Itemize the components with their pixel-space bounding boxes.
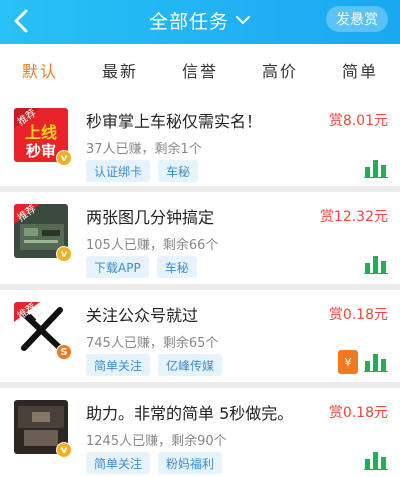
task-reward: 赏8.01元 [328,113,388,129]
task-tag: 简单关注 [86,452,151,474]
task-tag: 粉妈福利 [158,452,223,474]
verified-badge: v [56,246,72,262]
task-tag: 简单关注 [86,354,151,376]
bar-chart-icon[interactable] [364,254,388,274]
task-tag: 亿峰传媒 [158,354,223,376]
task-tag: 下载APP [86,256,149,278]
back-button[interactable] [8,6,36,36]
task-title: 关注公众号就过 [86,306,199,325]
tab-reputation[interactable]: 信誉 [160,44,240,96]
task-reward: 赏0.18元 [328,307,388,323]
task-tag: 认证绑卡 [86,160,151,182]
thumb-text-bottom: 秒审 [26,142,56,160]
shop-badge: S [56,344,72,360]
sort-tabs: 默认 最新 信誉 高价 简单 [0,44,400,96]
back-arrow-icon [14,9,28,33]
task-reward: 赏0.18元 [328,405,388,421]
bar-chart-icon[interactable] [364,352,388,372]
task-tags: 下载APP 车秘 [86,256,205,278]
task-progress: 37人已赚，剩余1个 [86,142,202,157]
task-title: 两张图几分钟搞定 [86,208,215,227]
thumb-text-top: 上线 [25,123,57,142]
task-item[interactable]: 推荐 上线 秒审 v 秒审掌上车秘仅需实名！ 37人已赚，剩余1个 认证绑卡 车… [0,96,400,186]
task-tags: 简单关注 粉妈福利 [86,452,230,474]
chevron-down-icon [236,16,250,24]
task-progress: 745人已赚，剩余65个 [86,336,219,351]
task-item[interactable]: v 助力。非常的简单 5秒做完。 1245人已赚，剩余90个 简单关注 粉妈福利… [0,388,400,477]
task-filter-dropdown[interactable]: 全部任务 [130,0,270,40]
task-progress: 1245人已赚，剩余90个 [86,434,227,449]
verified-badge: v [56,150,72,166]
task-reward: 赏12.32元 [319,209,388,225]
top-bar: 全部任务 发悬赏 [0,0,400,44]
task-item[interactable]: 推荐 S 关注公众号就过 745人已赚，剩余65个 简单关注 亿峰传媒 赏0.1… [0,290,400,382]
tab-default[interactable]: 默认 [0,44,80,96]
task-item[interactable]: 推荐 v 两张图几分钟搞定 105人已赚，剩余66个 下载APP 车秘 赏12.… [0,192,400,284]
task-title: 助力。非常的简单 5秒做完。 [86,404,294,423]
tab-simple[interactable]: 简单 [320,44,400,96]
tab-high-price[interactable]: 高价 [240,44,320,96]
page-title: 全部任务 [148,10,229,33]
task-progress: 105人已赚，剩余66个 [86,238,219,253]
task-tags: 认证绑卡 车秘 [86,160,206,182]
red-packet-icon[interactable]: ¥ [338,350,358,374]
bar-chart-icon[interactable] [364,158,388,178]
task-tag: 车秘 [156,256,197,278]
task-title: 秒审掌上车秘仅需实名！ [86,112,263,131]
bar-chart-icon[interactable] [364,450,388,470]
tab-latest[interactable]: 最新 [80,44,160,96]
task-tag: 车秘 [158,160,199,182]
task-tags: 简单关注 亿峰传媒 [86,354,230,376]
post-bounty-button[interactable]: 发悬赏 [326,6,388,32]
verified-badge: v [56,442,72,458]
